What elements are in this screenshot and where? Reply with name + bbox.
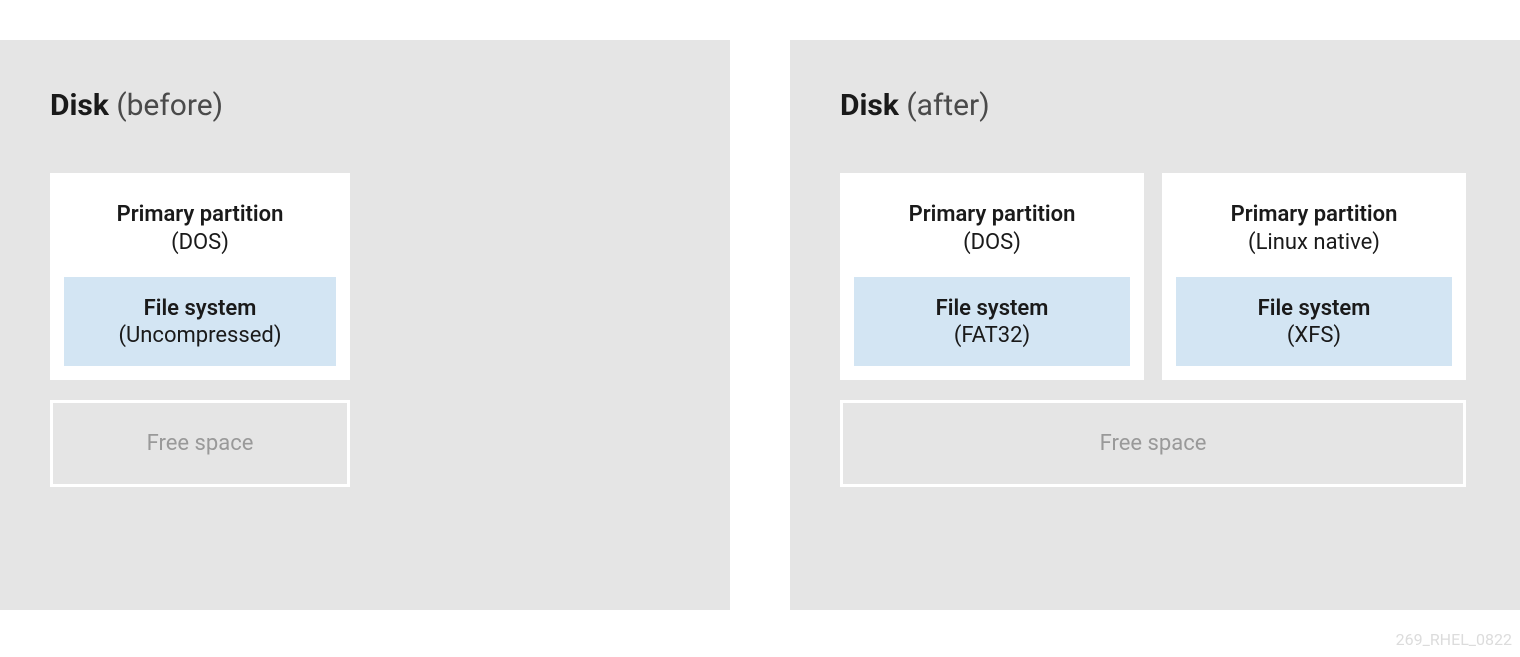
filesystem-type: (Uncompressed) <box>74 323 326 348</box>
filesystem-label: File system <box>864 295 1120 324</box>
partition-label: Primary partition <box>854 201 1130 230</box>
disk-before-panel: Disk (before) Primary partition (DOS) Fi… <box>0 40 730 610</box>
diagram-container: Disk (before) Primary partition (DOS) Fi… <box>0 0 1520 610</box>
partition-label: Primary partition <box>64 201 336 230</box>
partitions-row-after: Primary partition (DOS) File system (FAT… <box>840 173 1470 380</box>
free-space-before: Free space <box>50 400 350 487</box>
filesystem-type: (FAT32) <box>864 323 1120 348</box>
filesystem-label: File system <box>1186 295 1442 324</box>
filesystem-box-before: File system (Uncompressed) <box>64 277 336 367</box>
partitions-row-before: Primary partition (DOS) File system (Unc… <box>50 173 680 380</box>
disk-after-panel: Disk (after) Primary partition (DOS) Fil… <box>790 40 1520 610</box>
disk-before-title: Disk (before) <box>50 88 680 123</box>
title-bold: Disk <box>840 88 899 123</box>
partition-label: Primary partition <box>1176 201 1452 230</box>
title-bold: Disk <box>50 88 109 123</box>
partition-box-after-1: Primary partition (DOS) File system (FAT… <box>840 173 1144 380</box>
title-light: (after) <box>899 88 990 123</box>
free-space-after: Free space <box>840 400 1466 487</box>
disk-after-title: Disk (after) <box>840 88 1470 123</box>
filesystem-box-after-1: File system (FAT32) <box>854 277 1130 367</box>
free-space-label: Free space <box>63 431 337 456</box>
filesystem-label: File system <box>74 295 326 324</box>
filesystem-type: (XFS) <box>1186 323 1442 348</box>
partition-type: (DOS) <box>64 230 336 255</box>
filesystem-box-after-2: File system (XFS) <box>1176 277 1452 367</box>
watermark: 269_RHEL_0822 <box>1396 630 1512 649</box>
partition-box-before: Primary partition (DOS) File system (Unc… <box>50 173 350 380</box>
title-light: (before) <box>109 88 223 123</box>
partition-type: (Linux native) <box>1176 230 1452 255</box>
free-space-label: Free space <box>853 431 1453 456</box>
partition-box-after-2: Primary partition (Linux native) File sy… <box>1162 173 1466 380</box>
partition-type: (DOS) <box>854 230 1130 255</box>
